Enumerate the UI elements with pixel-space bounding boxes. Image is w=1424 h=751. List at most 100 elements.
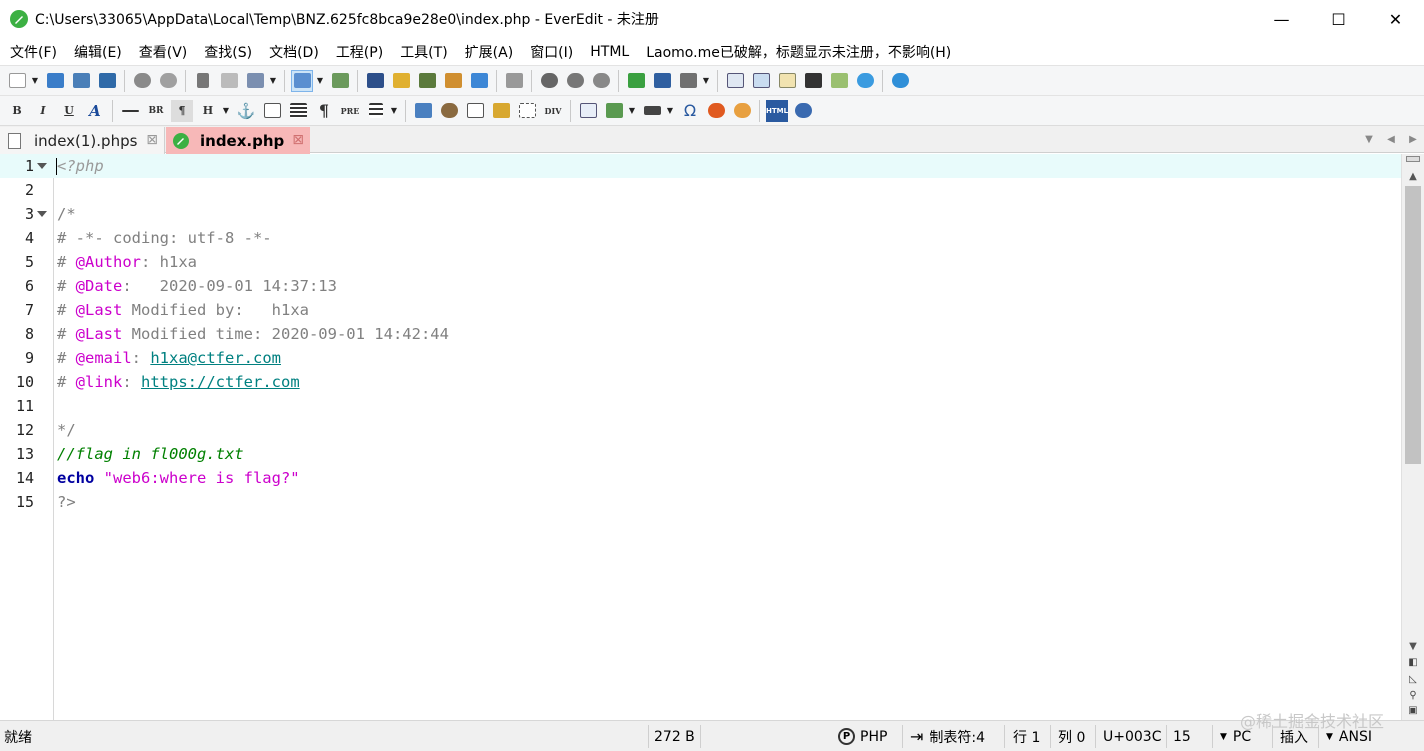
maximize-button[interactable]: ☐ [1310,0,1367,38]
minimize-button[interactable]: — [1253,0,1310,38]
status-language[interactable]: P PHP [838,721,887,751]
calendar-icon[interactable] [503,70,525,92]
menu-window[interactable]: 窗口(I) [521,42,581,62]
replace-icon[interactable] [390,70,412,92]
color-picker-icon[interactable] [705,100,727,122]
terminal-icon[interactable] [802,70,824,92]
help-icon[interactable] [889,70,911,92]
find-icon[interactable] [364,70,386,92]
palette-icon[interactable] [731,100,753,122]
save-icon[interactable] [70,70,92,92]
tab-scroll-left-icon[interactable]: ◀ [1380,134,1402,145]
html-validate-button[interactable]: HTML [766,99,788,122]
split-handle-icon[interactable] [1406,156,1420,162]
pre-button[interactable]: PRE [339,100,361,122]
menu-document[interactable]: 文档(D) [260,42,327,62]
menu-help[interactable]: Laomo.me已破解，标题显示未注册，不影响(H) [637,42,959,62]
paste-dropdown-icon[interactable]: ▼ [268,70,278,92]
image-icon[interactable] [603,100,625,122]
menu-extensions[interactable]: 扩展(A) [456,42,522,62]
tab-close-icon[interactable]: ⊠ [146,132,158,148]
lock-icon[interactable] [490,100,512,122]
underline-button[interactable]: U [58,100,80,122]
zoom-icon[interactable]: ⚲ [1405,690,1421,704]
tab-list-dropdown-icon[interactable]: ▼ [1358,134,1380,145]
save-all-icon[interactable] [96,70,118,92]
form-icon[interactable] [412,100,434,122]
hr-icon[interactable] [119,100,141,122]
fold-toggle-icon[interactable] [37,211,47,217]
heading-button[interactable]: H [197,100,219,122]
tab-scroll-right-icon[interactable]: ▶ [1402,134,1424,145]
email-link[interactable]: h1xa@ctfer.com [150,349,281,367]
copy-icon[interactable] [218,70,240,92]
scroll-up-icon[interactable]: ▲ [1402,168,1424,184]
find-in-files-icon[interactable] [442,70,464,92]
br-button[interactable]: BR [145,100,167,122]
ruler-icon[interactable]: ◺ [1405,674,1421,688]
list-dropdown-icon[interactable]: ▼ [389,100,399,122]
tab-index-1-phps[interactable]: index(1).phps ⊠ [0,127,165,154]
undo-icon[interactable] [131,70,153,92]
vertical-scrollbar[interactable]: ▲ ▼ ◧ ◺ ⚲ ▣ [1401,154,1424,720]
div-button[interactable]: DIV [542,100,564,122]
image-dropdown-icon[interactable]: ▼ [627,100,637,122]
open-folder-icon[interactable] [44,70,66,92]
outline-icon[interactable] [468,70,490,92]
align-icon[interactable] [287,100,309,122]
tab-close-icon[interactable]: ⊠ [292,132,304,148]
special-char-button[interactable]: Ω [679,100,701,122]
sidebar-icon[interactable] [750,70,772,92]
paste-icon[interactable] [244,70,266,92]
notes-icon[interactable] [776,70,798,92]
macro-save-icon[interactable] [590,70,612,92]
panel-icon[interactable] [724,70,746,92]
menu-html[interactable]: HTML [581,44,637,60]
macro-record-icon[interactable] [538,70,560,92]
column-mode-icon[interactable] [329,70,351,92]
table-icon[interactable] [261,100,283,122]
paragraph-button[interactable]: ¶ [171,99,193,122]
menu-project[interactable]: 工程(P) [327,42,391,62]
pilcrow-icon[interactable]: ¶ [313,100,335,122]
bold-button[interactable]: B [6,100,28,122]
layout-icon[interactable]: ▣ [1405,705,1421,719]
media-dropdown-icon[interactable]: ▼ [665,100,675,122]
italic-button[interactable]: I [32,100,54,122]
code-editor[interactable]: 1 <?php 2 3 /* 4 # -*- coding: utf-8 -*-… [0,154,1401,720]
macro-play-icon[interactable] [564,70,586,92]
page-icon[interactable] [577,100,599,122]
spell-check-icon[interactable] [416,70,438,92]
tools-icon[interactable] [677,70,699,92]
heading-dropdown-icon[interactable]: ▼ [221,100,231,122]
url-link[interactable]: https://ctfer.com [141,373,300,391]
close-button[interactable]: ✕ [1367,0,1424,38]
grid-icon[interactable] [828,70,850,92]
font-button[interactable]: A [84,100,106,122]
new-file-dropdown-icon[interactable]: ▼ [30,70,40,92]
menu-search[interactable]: 查找(S) [195,42,260,62]
preview-icon[interactable] [792,100,814,122]
clipboard-icon[interactable] [651,70,673,92]
scroll-thumb[interactable] [1405,186,1421,464]
list-icon[interactable] [365,100,387,122]
word-wrap-icon[interactable] [291,69,313,92]
menu-file[interactable]: 文件(F) [0,42,65,62]
redo-icon[interactable] [157,70,179,92]
menu-view[interactable]: 查看(V) [130,42,196,62]
bookmark-icon[interactable]: ◧ [1405,657,1421,671]
tab-index-php[interactable]: index.php ⊠ [166,127,310,154]
browser-icon[interactable] [854,70,876,92]
new-file-icon[interactable] [6,70,28,92]
word-wrap-dropdown-icon[interactable]: ▼ [315,70,325,92]
frame-icon[interactable] [516,100,538,122]
tools-dropdown-icon[interactable]: ▼ [701,70,711,92]
menu-edit[interactable]: 编辑(E) [65,42,130,62]
coffee-icon[interactable] [438,100,460,122]
cut-icon[interactable] [192,70,214,92]
scroll-down-icon[interactable]: ▼ [1402,638,1424,654]
anchor-icon[interactable]: ⚓ [235,100,257,122]
fold-toggle-icon[interactable] [37,163,47,169]
menu-tools[interactable]: 工具(T) [391,42,455,62]
input-icon[interactable] [464,100,486,122]
